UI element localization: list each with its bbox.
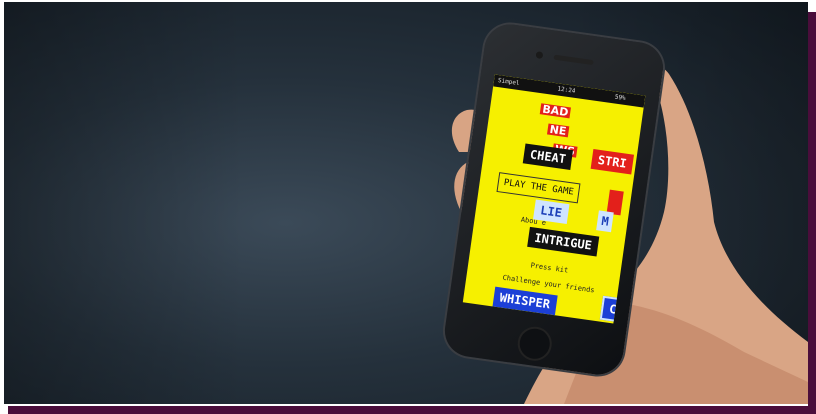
battery-label: 59% [614,93,627,102]
tile-co: CO [599,295,634,324]
tile-strike: STRI [590,148,634,175]
play-the-game-button[interactable]: PLAY THE GAME [496,172,581,204]
photo-frame: Simpel 12:24 59% BAD NE WS CHEAT STRI PL… [0,0,816,414]
tile-intrigue: INTRIGUE [527,226,600,257]
home-button [515,324,554,363]
clock-label: 12:24 [556,85,576,95]
carrier-label: Simpel [497,77,520,88]
phone-screen: Simpel 12:24 59% BAD NE WS CHEAT STRI PL… [462,74,646,324]
front-camera-icon [535,51,544,60]
frame-shadow-right [808,12,816,414]
earpiece [553,54,594,66]
logo-line-1: BAD [539,102,572,120]
tile-m: M [596,210,615,233]
phone-device: Simpel 12:24 59% BAD NE WS CHEAT STRI PL… [441,12,704,392]
phone-body: Simpel 12:24 59% BAD NE WS CHEAT STRI PL… [441,21,667,378]
frame-shadow-bottom [8,406,816,414]
tile-whisper: WHISPER [492,286,558,316]
photograph: Simpel 12:24 59% BAD NE WS CHEAT STRI PL… [4,2,808,404]
logo-line-2: NE [546,122,570,138]
press-kit-link[interactable]: Press kit [530,261,569,274]
